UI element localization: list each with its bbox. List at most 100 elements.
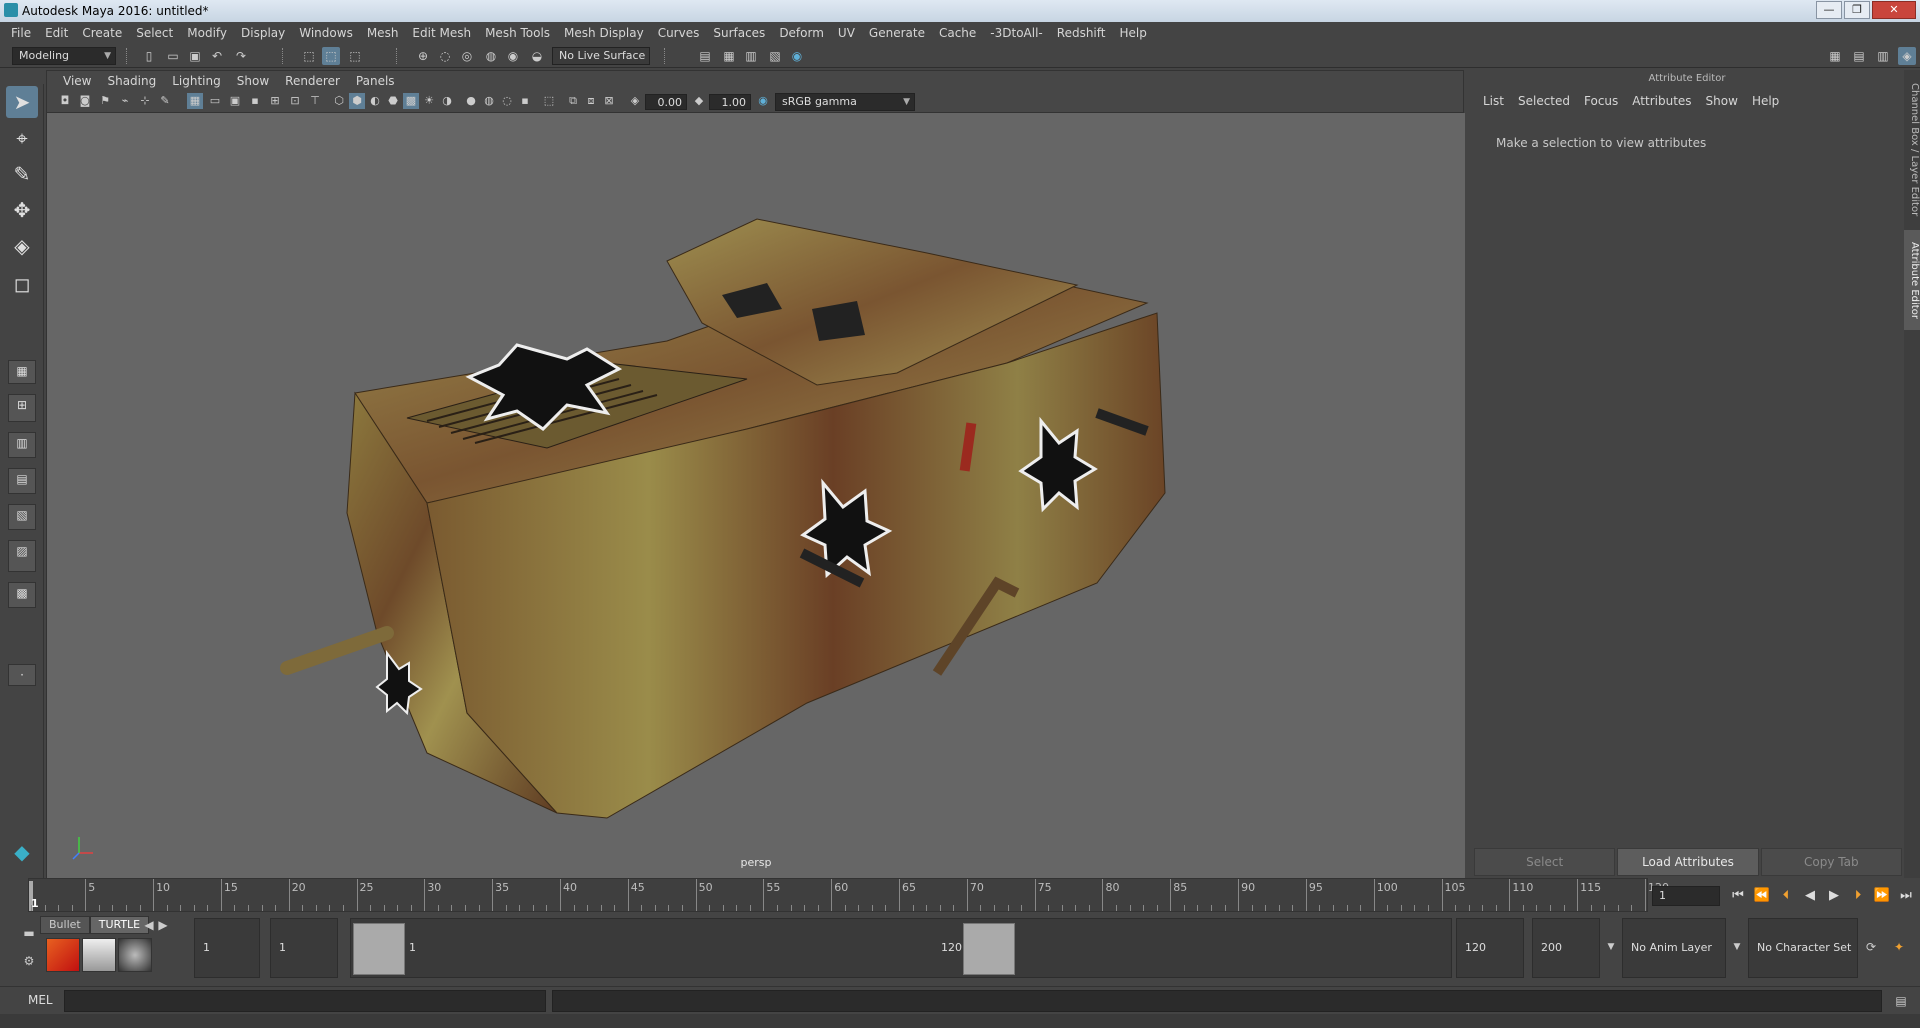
step-forward-frame-icon[interactable]: ⏵ xyxy=(1848,886,1868,906)
time-ruler[interactable]: 1 5 10 15 20 25 30 35 40 45 50 55 60 65 70 75 80 85 90 95 1… xyxy=(28,878,1669,912)
shelf-settings-icon[interactable]: ⚙ xyxy=(20,952,38,970)
step-back-frame-icon[interactable]: ⏴ xyxy=(1776,886,1796,906)
menu-mesh-display[interactable]: Mesh Display xyxy=(557,26,651,40)
two-d-pan-icon[interactable]: ⊹ xyxy=(137,93,153,109)
current-frame-field[interactable]: 1 xyxy=(1652,886,1720,906)
grease-pencil-icon[interactable]: ✎ xyxy=(157,93,173,109)
gamma-field[interactable]: 1.00 xyxy=(709,94,751,110)
image-plane-icon[interactable]: ⌁ xyxy=(117,93,133,109)
xray-components-icon[interactable]: ⊠ xyxy=(601,93,617,109)
isolate-select-icon[interactable]: ⬚ xyxy=(541,93,557,109)
menu-curves[interactable]: Curves xyxy=(651,26,707,40)
chevron-down-icon[interactable]: ▼ xyxy=(1728,938,1746,956)
menu-windows[interactable]: Windows xyxy=(292,26,360,40)
lasso-tool-icon[interactable]: ⌖ xyxy=(6,122,38,154)
shelf-tabs-right-icon[interactable]: ▶ xyxy=(154,916,172,934)
playback-end-field[interactable]: 120 xyxy=(1456,918,1524,978)
rotate-tool-icon[interactable]: ◈ xyxy=(6,230,38,262)
menu-edit-mesh[interactable]: Edit Mesh xyxy=(405,26,478,40)
maximize-button[interactable]: ❐ xyxy=(1844,1,1870,19)
paint-select-tool-icon[interactable]: ✎ xyxy=(6,158,38,190)
outliner-layout-icon[interactable]: ▤ xyxy=(8,468,36,494)
attribute-editor-toggle-icon[interactable]: ▥ xyxy=(1874,47,1892,65)
snap-live-icon[interactable]: ◒ xyxy=(528,47,546,65)
step-back-key-icon[interactable]: ⏪ xyxy=(1752,886,1772,906)
menu-help[interactable]: Help xyxy=(1112,26,1153,40)
ae-menu-list[interactable]: List xyxy=(1476,94,1511,108)
viewport-menu-panels[interactable]: Panels xyxy=(348,74,403,88)
go-to-start-icon[interactable]: ⏮ xyxy=(1728,886,1748,906)
shelf-tab-bullet[interactable]: Bullet xyxy=(40,916,90,934)
safe-action-icon[interactable]: ⊡ xyxy=(287,93,303,109)
use-all-lights-icon[interactable]: ☀ xyxy=(421,93,437,109)
ae-menu-attributes[interactable]: Attributes xyxy=(1625,94,1698,108)
anim-layer-dropdown[interactable]: No Anim Layer xyxy=(1622,918,1726,978)
select-hierarchy-icon[interactable]: ⬚ xyxy=(300,47,318,65)
range-slider[interactable]: 1 120 xyxy=(350,918,1452,978)
anti-aliasing-icon[interactable]: ◌ xyxy=(499,93,515,109)
four-view-layout-icon[interactable]: ⊞ xyxy=(8,394,36,422)
ae-load-attributes-button[interactable]: Load Attributes xyxy=(1617,848,1759,876)
menu-mesh[interactable]: Mesh xyxy=(360,26,406,40)
modeling-toolkit-icon[interactable]: ▦ xyxy=(1826,47,1844,65)
menu-select[interactable]: Select xyxy=(129,26,180,40)
save-scene-icon[interactable]: ▣ xyxy=(186,47,204,65)
menu-edit[interactable]: Edit xyxy=(38,26,75,40)
shadows-icon[interactable]: ◑ xyxy=(439,93,455,109)
attribute-editor-tab[interactable]: Attribute Editor xyxy=(1904,230,1920,330)
ae-select-button[interactable]: Select xyxy=(1474,848,1616,876)
shelf-menu-icon[interactable]: ▬ xyxy=(20,924,38,942)
animation-start-field[interactable]: 1 xyxy=(194,918,260,978)
step-forward-key-icon[interactable]: ⏩ xyxy=(1872,886,1892,906)
exposure-icon[interactable]: ◈ xyxy=(627,93,643,109)
exposure-field[interactable]: 0.00 xyxy=(645,94,687,110)
play-backwards-icon[interactable]: ◀ xyxy=(1800,886,1820,906)
range-start-handle[interactable] xyxy=(353,923,405,975)
command-input[interactable] xyxy=(64,990,546,1012)
chevron-down-icon[interactable]: ▼ xyxy=(1602,938,1620,956)
preferences-running-man-icon[interactable]: ✦ xyxy=(1890,938,1908,956)
grid-icon[interactable]: ▦ xyxy=(187,93,203,109)
safe-title-icon[interactable]: ⊤ xyxy=(307,93,323,109)
ae-copy-tab-button[interactable]: Copy Tab xyxy=(1760,848,1902,876)
viewport-menu-shading[interactable]: Shading xyxy=(99,74,164,88)
layout-more-icon[interactable]: · xyxy=(8,664,36,686)
viewport-menu-show[interactable]: Show xyxy=(229,74,277,88)
go-to-end-icon[interactable]: ⏭ xyxy=(1896,886,1916,906)
menu-file[interactable]: File xyxy=(4,26,38,40)
render-settings-icon[interactable]: ▧ xyxy=(766,47,784,65)
live-surface-field[interactable]: No Live Surface xyxy=(552,47,650,65)
script-editor-icon[interactable]: ▤ xyxy=(1892,992,1910,1010)
move-tool-icon[interactable]: ✥ xyxy=(6,194,38,226)
field-chart-icon[interactable]: ⊞ xyxy=(267,93,283,109)
bookmark-icon[interactable]: ⚑ xyxy=(97,93,113,109)
camera-icon[interactable]: ◘ xyxy=(57,93,73,109)
view-transform-dropdown[interactable]: sRGB gamma ▼ xyxy=(775,93,915,111)
ae-menu-show[interactable]: Show xyxy=(1699,94,1745,108)
scale-tool-icon[interactable]: ◻ xyxy=(6,268,38,300)
channel-box-toggle-icon[interactable]: ◈ xyxy=(1898,47,1916,65)
undo-icon[interactable]: ↶ xyxy=(208,47,226,65)
gamma-icon[interactable]: ◆ xyxy=(691,93,707,109)
menu-redshift[interactable]: Redshift xyxy=(1050,26,1113,40)
snap-view-icon[interactable]: ◍ xyxy=(482,47,500,65)
screen-space-ao-icon[interactable]: ● xyxy=(463,93,479,109)
viewport-panel[interactable]: View Shading Lighting Show Renderer Pane… xyxy=(46,70,1465,879)
ae-menu-focus[interactable]: Focus xyxy=(1577,94,1625,108)
xray-icon[interactable]: ⧉ xyxy=(565,93,581,109)
menu-modify[interactable]: Modify xyxy=(180,26,234,40)
auto-key-icon[interactable]: ⟳ xyxy=(1862,938,1880,956)
viewport-menu-lighting[interactable]: Lighting xyxy=(164,74,229,88)
menu-generate[interactable]: Generate xyxy=(862,26,932,40)
camera-attributes-icon[interactable]: ◙ xyxy=(77,93,93,109)
ae-menu-help[interactable]: Help xyxy=(1745,94,1786,108)
menu-cache[interactable]: Cache xyxy=(932,26,983,40)
graph-layout-icon[interactable]: ▧ xyxy=(8,504,36,530)
close-button[interactable]: ✕ xyxy=(1872,1,1916,19)
hypershade-layout-icon[interactable]: ▨ xyxy=(8,540,36,572)
viewport-scene[interactable]: persp xyxy=(47,113,1465,879)
two-view-layout-icon[interactable]: ▥ xyxy=(8,432,36,458)
menu-create[interactable]: Create xyxy=(75,26,129,40)
motion-blur-icon[interactable]: ◍ xyxy=(481,93,497,109)
menu-uv[interactable]: UV xyxy=(831,26,862,40)
